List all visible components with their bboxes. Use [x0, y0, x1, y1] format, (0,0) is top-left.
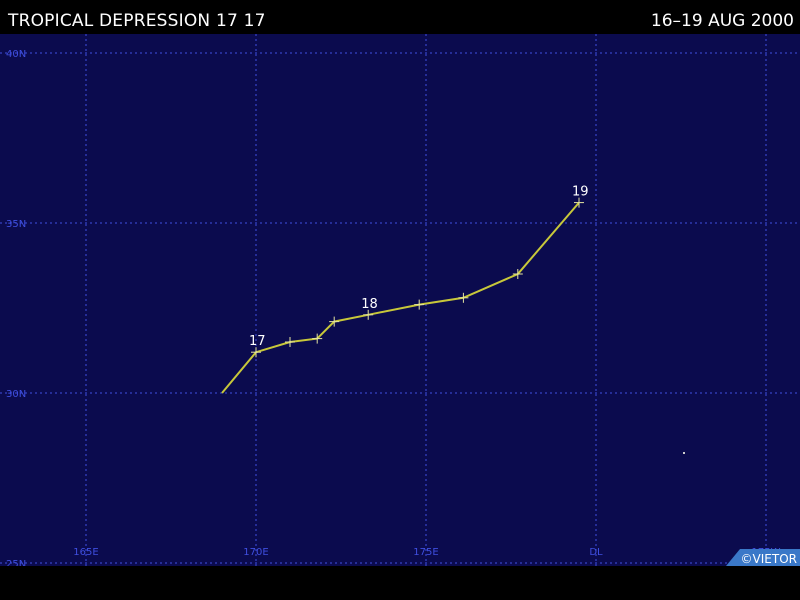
date-range: 16–19 AUG 2000: [650, 11, 794, 31]
track-map-svg: 165E170E175EDL175W40N35N30N25N 171819 ©V…: [0, 34, 800, 570]
track-map: 165E170E175EDL175W40N35N30N25N 171819 ©V…: [0, 34, 800, 570]
lat-label: 25N: [6, 559, 26, 566]
lat-label: 40N: [6, 49, 26, 60]
lon-label: 165E: [73, 547, 98, 558]
map-speck: [683, 452, 685, 454]
day-label: 19: [572, 185, 589, 200]
lat-label: 30N: [6, 389, 26, 400]
lon-label: 175E: [413, 547, 438, 558]
header: TROPICAL DEPRESSION 17 17 16–19 AUG 2000: [0, 0, 800, 34]
lat-label: 35N: [6, 219, 26, 230]
storm-title: TROPICAL DEPRESSION 17 17: [8, 11, 266, 31]
day-label: 18: [361, 297, 378, 312]
footer: [0, 566, 800, 600]
lon-label: DL: [589, 547, 603, 558]
credit-text: ©VIETOR: [741, 552, 797, 566]
lon-label: 170E: [243, 547, 268, 558]
map-background: [0, 34, 800, 566]
day-label: 17: [249, 334, 266, 349]
